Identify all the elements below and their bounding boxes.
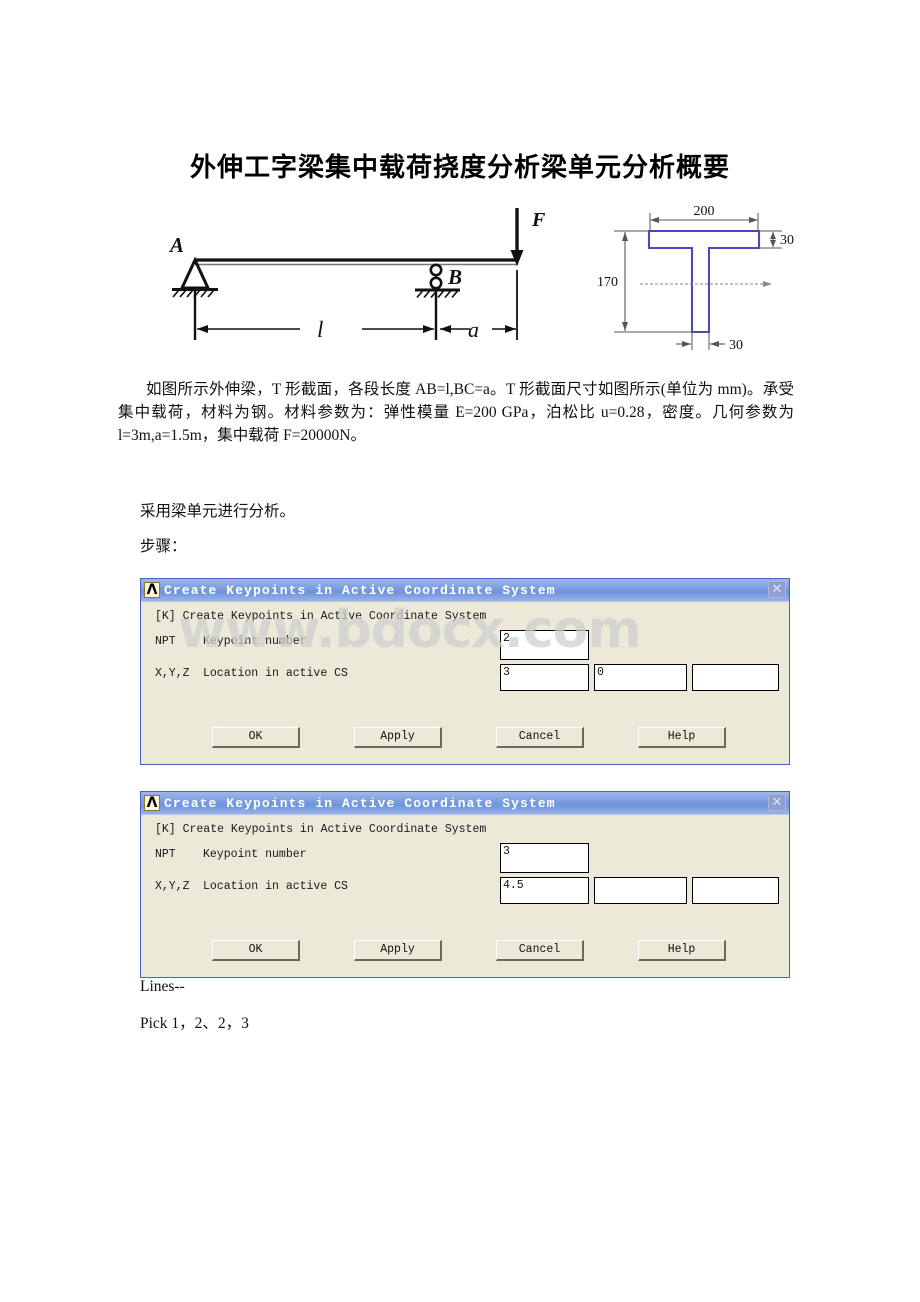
dim-flange-30: 30 (780, 233, 794, 248)
xyz-field-label: Location in active CS (203, 880, 348, 893)
npt-input[interactable]: 3 (500, 843, 589, 873)
xyz-code-label: X,Y,Z (155, 880, 190, 893)
z-input[interactable] (692, 877, 779, 904)
y-input[interactable] (594, 877, 687, 904)
dialog-title: Create Keypoints in Active Coordinate Sy… (164, 582, 556, 598)
beam-diagram: A B F l a (168, 208, 546, 342)
steps-label: 步骤： (140, 538, 187, 555)
ansys-logo-icon: Λ (144, 795, 160, 811)
z-input[interactable] (692, 664, 779, 691)
dialog-body: [K] Create Keypoints in Active Coordinat… (141, 602, 789, 765)
create-keypoints-dialog-1[interactable]: Λ Create Keypoints in Active Coordinate … (140, 578, 790, 765)
apply-button[interactable]: Apply (354, 727, 442, 748)
ok-button[interactable]: OK (212, 727, 300, 748)
dialog-title: Create Keypoints in Active Coordinate Sy… (164, 795, 556, 811)
beam-label-a: a (468, 317, 479, 342)
beam-label-F: F (531, 209, 546, 231)
dim-web-30: 30 (729, 338, 743, 353)
npt-field-label: Keypoint number (203, 635, 307, 648)
ansys-logo-icon: Λ (144, 582, 160, 598)
npt-input[interactable]: 2 (500, 630, 589, 660)
beam-label-A: A (168, 233, 184, 257)
cancel-button[interactable]: Cancel (496, 727, 584, 748)
xyz-code-label: X,Y,Z (155, 667, 190, 680)
y-input[interactable]: 0 (594, 664, 687, 691)
beam-label-l: l (317, 317, 323, 342)
pick-label: Pick 1，2、2，3 (140, 1015, 249, 1032)
help-button[interactable]: Help (638, 727, 726, 748)
document-page: 外伸工字梁集中载荷挠度分析梁单元分析概要 A B F l a 200 30 17… (0, 0, 920, 1302)
dialog-header-text: [K] Create Keypoints in Active Coordinat… (155, 823, 487, 836)
create-keypoints-dialog-2[interactable]: Λ Create Keypoints in Active Coordinate … (140, 791, 790, 978)
close-icon[interactable]: ✕ (768, 581, 786, 598)
dialog-body: [K] Create Keypoints in Active Coordinat… (141, 815, 789, 978)
t-section-outline (647, 229, 761, 334)
npt-code-label: NPT (155, 635, 176, 648)
dialog-titlebar[interactable]: Λ Create Keypoints in Active Coordinate … (141, 579, 789, 602)
beam-label-B: B (447, 265, 462, 289)
npt-field-label: Keypoint number (203, 848, 307, 861)
dialog-header-text: [K] Create Keypoints in Active Coordinat… (155, 610, 487, 623)
figures-row: A B F l a 200 30 170 30 (140, 198, 800, 358)
help-button[interactable]: Help (638, 940, 726, 961)
xyz-field-label: Location in active CS (203, 667, 348, 680)
dim-height-170: 170 (597, 275, 618, 290)
method-statement: 采用梁单元进行分析。 (140, 503, 296, 520)
apply-button[interactable]: Apply (354, 940, 442, 961)
dim-width-200: 200 (694, 204, 715, 219)
close-icon[interactable]: ✕ (768, 794, 786, 811)
cancel-button[interactable]: Cancel (496, 940, 584, 961)
x-input[interactable]: 3 (500, 664, 589, 691)
problem-statement: 如图所示外伸梁，T 形截面，各段长度 AB=l,BC=a。T 形截面尺寸如图所示… (118, 381, 794, 444)
npt-code-label: NPT (155, 848, 176, 861)
t-section-diagram: 200 30 170 30 (597, 204, 794, 353)
dialog-titlebar[interactable]: Λ Create Keypoints in Active Coordinate … (141, 792, 789, 815)
x-input[interactable]: 4.5 (500, 877, 589, 904)
ok-button[interactable]: OK (212, 940, 300, 961)
page-title: 外伸工字梁集中载荷挠度分析梁单元分析概要 (189, 153, 730, 182)
lines-label: Lines-- (140, 978, 185, 995)
